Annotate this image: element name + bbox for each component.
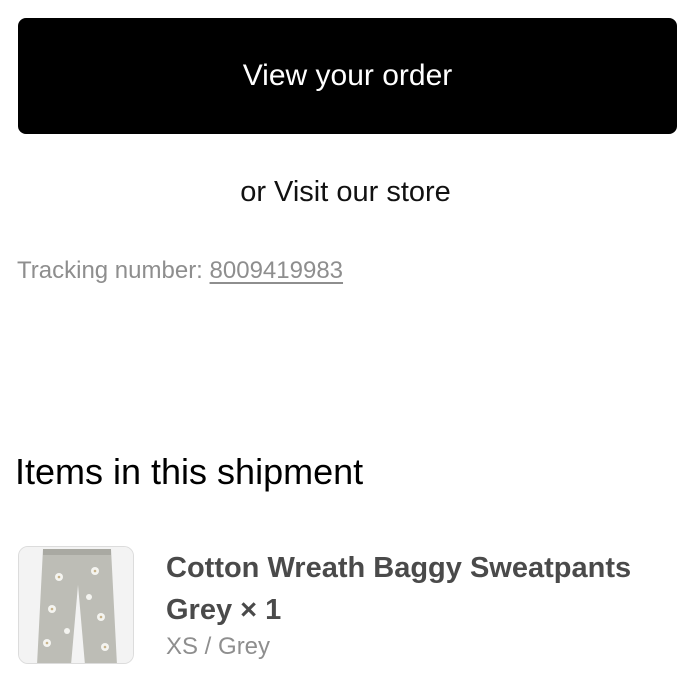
item-quantity: × 1 — [240, 594, 282, 626]
sweatpants-thumbnail-icon — [19, 547, 133, 663]
visit-store-line: or Visit our store — [0, 172, 691, 212]
shipment-heading: Items in this shipment — [15, 451, 364, 492]
item-title: Cotton Wreath Baggy Sweatpants Grey × 1 — [166, 547, 686, 631]
item-thumbnail[interactable] — [18, 546, 134, 664]
item-variant: XS / Grey — [166, 633, 271, 660]
item-color-quantity: Grey × 1 — [166, 589, 686, 631]
shipping-email-page: View your order or Visit our store Track… — [0, 0, 691, 691]
tracking-line: Tracking number: 8009419983 — [17, 254, 343, 288]
visit-prefix: or — [240, 176, 266, 208]
tracking-number-link[interactable]: 8009419983 — [210, 257, 343, 284]
view-order-button[interactable]: View your order — [18, 18, 677, 134]
item-color: Grey — [166, 594, 233, 626]
visit-store-link[interactable]: Visit our store — [274, 176, 451, 208]
item-name: Cotton Wreath Baggy Sweatpants — [166, 552, 632, 584]
view-order-label: View your order — [242, 59, 453, 92]
tracking-label: Tracking number: — [17, 257, 203, 284]
